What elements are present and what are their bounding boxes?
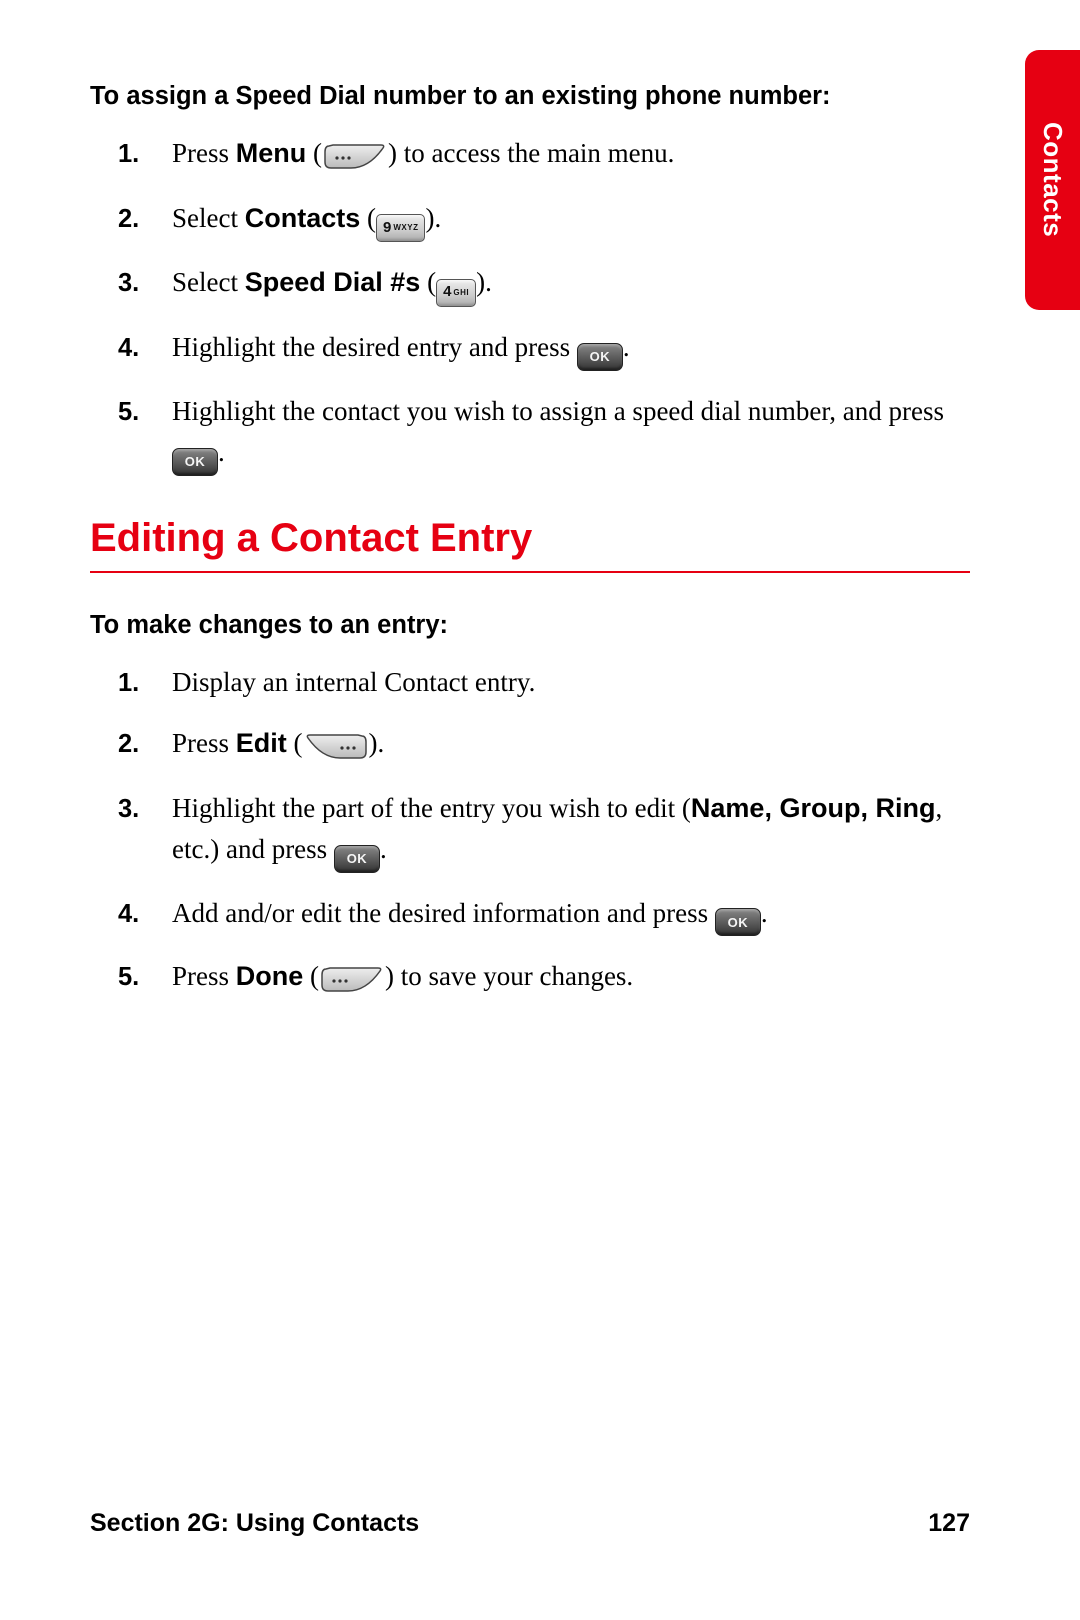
step-bold: Done: [236, 961, 304, 991]
step-text: ).: [425, 203, 441, 233]
step-text: .: [380, 834, 387, 864]
step-number: 1.: [118, 135, 139, 174]
side-tab-label: Contacts: [1037, 122, 1068, 237]
ok-key-icon: OK: [172, 448, 218, 476]
step-text: ).: [369, 728, 385, 758]
footer: Section 2G: Using Contacts 127: [90, 1509, 970, 1538]
list-item: 4. Add and/or edit the desired informati…: [146, 893, 970, 937]
list-item: 2. Select Contacts (9WXYZ).: [146, 198, 970, 242]
step-text: .: [218, 437, 225, 467]
list-item: 1. Display an internal Contact entry.: [146, 662, 970, 703]
step-number: 4.: [118, 329, 139, 368]
step-text: Press: [172, 728, 236, 758]
step-text: .: [623, 332, 630, 362]
softkey-left-icon: [323, 137, 387, 178]
step-text: .: [761, 898, 768, 928]
section2-subhead: To make changes to an entry:: [90, 611, 970, 640]
ok-key-icon: OK: [577, 343, 623, 371]
list-item: 1. Press Menu () to access the main menu…: [146, 133, 970, 178]
step-bold-list: Name, Group, Ring: [691, 793, 936, 823]
step-number: 2.: [118, 725, 139, 764]
key-letters: GHI: [453, 287, 469, 299]
section1-list: 1. Press Menu () to access the main menu…: [146, 133, 970, 476]
key-4-icon: 4GHI: [436, 279, 476, 307]
side-tab: Contacts: [1025, 50, 1080, 310]
step-number: 3.: [118, 790, 139, 829]
key-letters: WXYZ: [393, 222, 418, 234]
step-text: Press: [172, 138, 236, 168]
page-number: 127: [928, 1509, 970, 1538]
step-text: Highlight the desired entry and press: [172, 332, 577, 362]
step-bold: Edit: [236, 728, 287, 758]
step-text: Press: [172, 961, 236, 991]
step-number: 3.: [118, 264, 139, 303]
step-text: ) to access the main menu.: [388, 138, 674, 168]
list-item: 3. Select Speed Dial #s (4GHI).: [146, 262, 970, 306]
ok-key-icon: OK: [715, 908, 761, 936]
key-9-icon: 9WXYZ: [376, 214, 425, 242]
step-number: 5.: [118, 958, 139, 997]
step-text: Highlight the part of the entry you wish…: [172, 793, 691, 823]
step-bold: Speed Dial #s: [245, 267, 421, 297]
list-item: 2. Press Edit ().: [146, 723, 970, 768]
key-digit: 4: [443, 281, 451, 304]
step-text: Select: [172, 267, 245, 297]
list-item: 3. Highlight the part of the entry you w…: [146, 788, 970, 873]
footer-section: Section 2G: Using Contacts: [90, 1509, 419, 1538]
section1-subhead: To assign a Speed Dial number to an exis…: [90, 82, 970, 111]
list-item: 5. Highlight the contact you wish to ass…: [146, 391, 970, 476]
step-text: ).: [476, 267, 492, 297]
softkey-left-icon: [320, 960, 384, 1001]
list-item: 5. Press Done () to save your changes.: [146, 956, 970, 1001]
softkey-right-icon: [304, 727, 368, 768]
section2-list: 1. Display an internal Contact entry. 2.…: [146, 662, 970, 1002]
step-text: (: [287, 728, 303, 758]
step-text: (: [360, 203, 376, 233]
step-bold: Contacts: [245, 203, 361, 233]
step-text: (: [420, 267, 436, 297]
step-text: (: [306, 138, 322, 168]
step-text: Highlight the contact you wish to assign…: [172, 396, 944, 426]
step-number: 1.: [118, 664, 139, 703]
step-text: Add and/or edit the desired information …: [172, 898, 715, 928]
step-text: ) to save your changes.: [385, 961, 633, 991]
page-content: To assign a Speed Dial number to an exis…: [90, 82, 970, 1042]
bold-inline: Name, Group, Ring: [691, 793, 936, 823]
step-text: Select: [172, 203, 245, 233]
step-number: 4.: [118, 895, 139, 934]
step-text: (: [303, 961, 319, 991]
key-digit: 9: [383, 217, 391, 240]
ok-key-icon: OK: [334, 845, 380, 873]
step-text: Display an internal Contact entry.: [172, 667, 535, 697]
step-number: 2.: [118, 200, 139, 239]
list-item: 4. Highlight the desired entry and press…: [146, 327, 970, 371]
step-bold: Menu: [236, 138, 307, 168]
section-heading: Editing a Contact Entry: [90, 516, 970, 573]
step-number: 5.: [118, 393, 139, 432]
